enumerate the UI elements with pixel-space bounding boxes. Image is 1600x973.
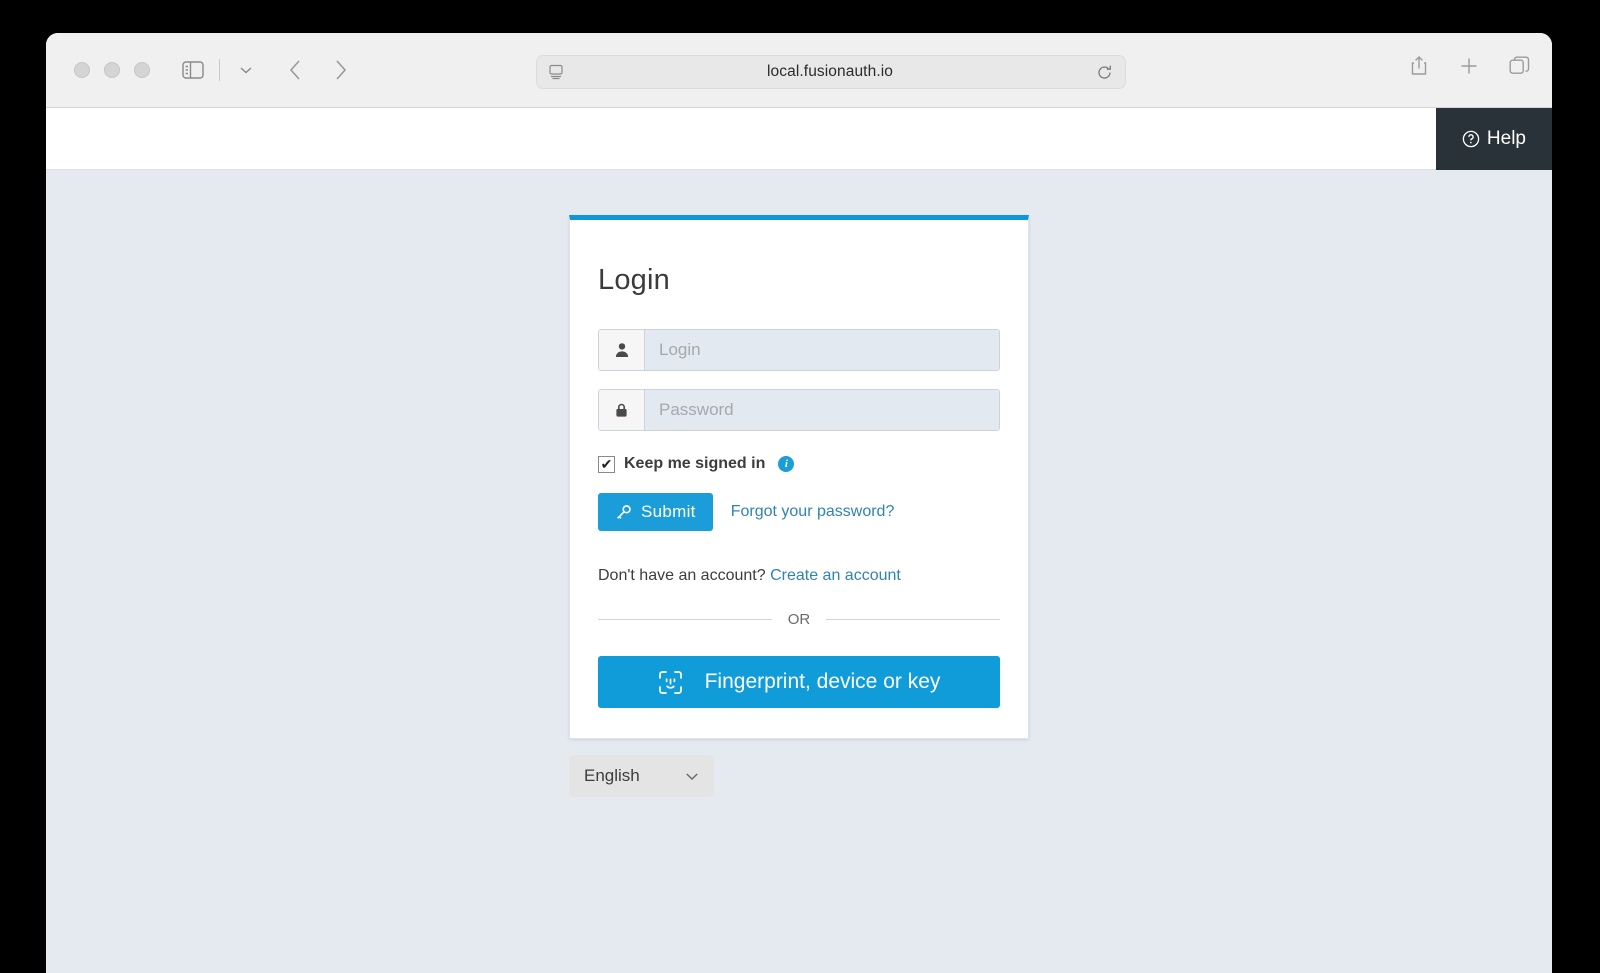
- signup-prompt: Don't have an account?: [598, 567, 766, 584]
- url-text: local.fusionauth.io: [767, 63, 893, 80]
- sidebar-controls: [176, 55, 263, 85]
- info-icon[interactable]: i: [778, 456, 795, 472]
- share-icon[interactable]: [1409, 55, 1429, 77]
- help-button[interactable]: Help: [1435, 108, 1552, 170]
- check-glyph: ✔: [600, 456, 613, 472]
- chevron-down-icon[interactable]: [229, 55, 263, 85]
- forward-arrow-icon[interactable]: [325, 55, 355, 85]
- url-bar[interactable]: local.fusionauth.io: [536, 55, 1126, 89]
- submit-label: Submit: [641, 502, 696, 521]
- divider-rule-right: [826, 619, 1000, 620]
- tab-overview-icon[interactable]: [1509, 56, 1530, 77]
- language-value: English: [584, 766, 640, 785]
- forgot-password-link[interactable]: Forgot your password?: [731, 503, 895, 521]
- page-title: Login: [598, 264, 670, 296]
- page-settings-icon[interactable]: [548, 64, 564, 80]
- keep-signed-in-checkbox[interactable]: ✔: [598, 455, 615, 473]
- divider-rule-left: [598, 619, 772, 620]
- keep-signed-in-row: ✔ Keep me signed in i: [598, 455, 1000, 473]
- webauthn-label: Fingerprint, device or key: [704, 670, 941, 693]
- or-divider: OR: [598, 611, 1000, 628]
- submit-button[interactable]: Submit: [598, 493, 713, 531]
- login-card: Login Login ✔ Keep me signed in i Submit…: [569, 215, 1029, 739]
- or-label: OR: [787, 611, 811, 628]
- signup-row: Don't have an account? Create an account: [598, 567, 1000, 585]
- face-id-icon: [658, 670, 683, 695]
- navigation-buttons: [281, 55, 355, 85]
- login-input-group: [598, 329, 1000, 371]
- submit-row: Submit Forgot your password?: [598, 493, 1000, 531]
- password-input-group: [598, 389, 1000, 431]
- page-body: Login Login ✔ Keep me signed in i Submit…: [46, 170, 1552, 973]
- language-select-wrapper: English: [569, 755, 1029, 797]
- toolbar-right-actions: [1409, 55, 1530, 77]
- key-icon: [615, 504, 632, 521]
- browser-window: local.fusionauth.io Help Login Login ✔ K…: [46, 33, 1552, 973]
- chevron-down-icon: [685, 772, 699, 781]
- lock-icon: [599, 390, 645, 430]
- keep-signed-in-label: Keep me signed in: [624, 455, 766, 472]
- webauthn-button[interactable]: Fingerprint, device or key: [598, 656, 1000, 708]
- login-input[interactable]: [645, 330, 999, 370]
- back-arrow-icon[interactable]: [281, 55, 311, 85]
- toolbar-divider: [219, 59, 220, 81]
- help-label: Help: [1486, 128, 1526, 149]
- minimize-button[interactable]: [104, 62, 120, 78]
- password-input[interactable]: [645, 390, 999, 430]
- question-circle-icon: [1462, 130, 1480, 148]
- plus-icon[interactable]: [1459, 56, 1479, 76]
- browser-toolbar: local.fusionauth.io: [46, 33, 1552, 108]
- site-header: Help: [46, 108, 1552, 170]
- sidebar-icon[interactable]: [176, 55, 210, 85]
- traffic-lights: [74, 62, 150, 78]
- close-button[interactable]: [74, 62, 90, 78]
- reload-icon[interactable]: [1096, 64, 1113, 81]
- create-account-link[interactable]: Create an account: [770, 567, 901, 584]
- info-glyph: i: [784, 458, 788, 470]
- zoom-button[interactable]: [134, 62, 150, 78]
- user-icon: [599, 330, 645, 370]
- language-select[interactable]: English: [569, 755, 714, 797]
